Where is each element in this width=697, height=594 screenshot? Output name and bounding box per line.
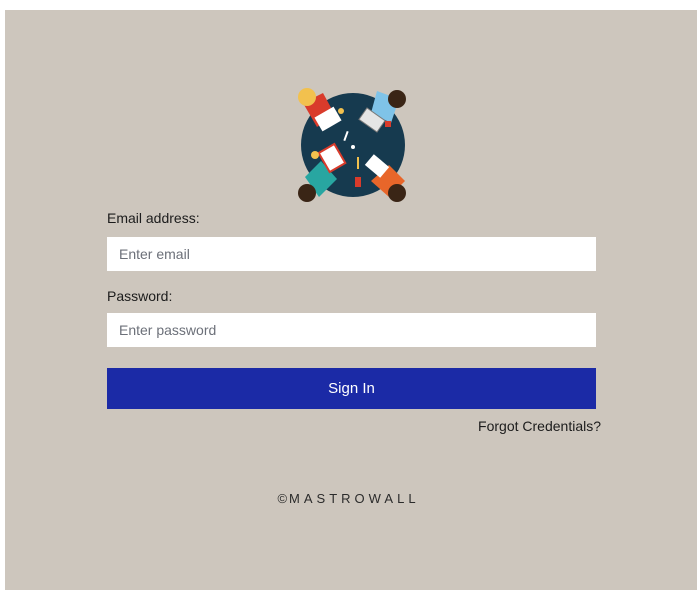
forgot-credentials-link[interactable]: Forgot Credentials? [478, 418, 601, 434]
password-label: Password: [107, 288, 173, 304]
footer-brand: MASTROWALL [289, 491, 420, 506]
email-label: Email address: [107, 210, 200, 226]
copyright-symbol: © [277, 491, 290, 506]
footer-copyright: ©MASTROWALL [0, 491, 697, 506]
password-input[interactable] [107, 313, 596, 347]
sign-in-button[interactable]: Sign In [107, 368, 596, 409]
email-input[interactable] [107, 237, 596, 271]
team-meeting-table-icon [298, 88, 406, 202]
